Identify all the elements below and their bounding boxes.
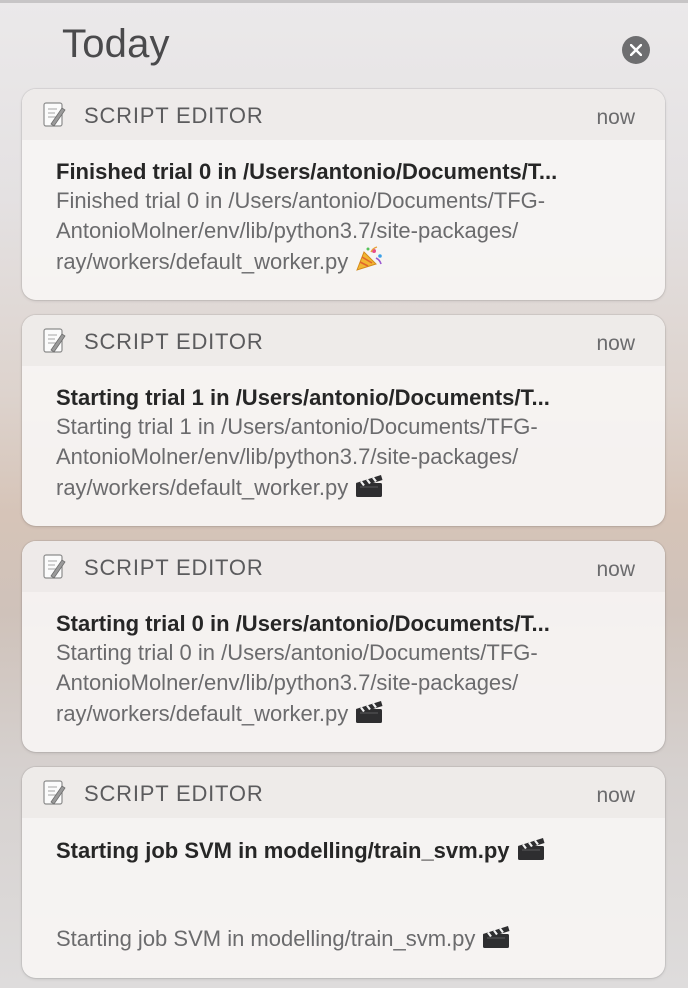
clapper-board-icon <box>517 838 545 860</box>
notification-title-text: Starting job SVM in modelling/train_svm.… <box>56 838 510 863</box>
notification-header: SCRIPT EDITOR now <box>22 541 665 592</box>
script-editor-icon <box>43 102 66 127</box>
app-name: SCRIPT EDITOR <box>84 329 264 354</box>
script-editor-icon <box>43 328 66 353</box>
notification-card[interactable]: SCRIPT EDITOR now Starting trial 1 in /U… <box>22 315 665 526</box>
message-line: ray/workers/default_worker.py <box>56 475 349 500</box>
app-name: SCRIPT EDITOR <box>84 555 264 580</box>
notification-card[interactable]: SCRIPT EDITOR now Finished trial 0 in /U… <box>22 89 665 300</box>
clapper-board-icon <box>356 701 383 723</box>
notification-title: Starting trial 0 in /Users/antonio/Docum… <box>56 611 550 636</box>
notification-card[interactable]: SCRIPT EDITOR now Starting trial 0 in /U… <box>22 541 665 752</box>
close-circle-icon <box>630 44 642 56</box>
script-editor-icon <box>43 780 66 805</box>
notification-message: Starting trial 0 in /Users/antonio/Docum… <box>56 638 631 729</box>
message-line: ray/workers/default_worker.py <box>56 701 349 726</box>
notification-time: now <box>596 332 635 355</box>
notification-card[interactable]: SCRIPT EDITOR now Starting job SVM in mo… <box>22 767 665 978</box>
page-title: Today <box>62 22 170 66</box>
notification-message: Starting job SVM in modelling/train_svm.… <box>56 923 631 954</box>
notification-message: Starting trial 1 in /Users/antonio/Docum… <box>56 412 631 503</box>
message-line: Starting job SVM in modelling/train_svm.… <box>56 926 476 951</box>
party-popper-icon <box>356 246 383 271</box>
top-edge-divider <box>0 0 688 3</box>
clear-all-button[interactable] <box>622 36 650 64</box>
notification-header: SCRIPT EDITOR now <box>22 315 665 366</box>
clapper-board-icon <box>483 926 510 948</box>
message-line: AntonioMolner/env/lib/python3.7/site-pac… <box>56 218 519 243</box>
clapper-board-icon <box>356 475 383 497</box>
notification-time: now <box>596 106 635 129</box>
notification-title: Finished trial 0 in /Users/antonio/Docum… <box>56 159 558 184</box>
app-name: SCRIPT EDITOR <box>84 781 264 806</box>
message-line: Finished trial 0 in /Users/antonio/Docum… <box>56 188 546 213</box>
notification-time: now <box>596 558 635 581</box>
message-line: AntonioMolner/env/lib/python3.7/site-pac… <box>56 444 519 469</box>
message-line: AntonioMolner/env/lib/python3.7/site-pac… <box>56 670 519 695</box>
notification-time: now <box>596 784 635 807</box>
message-line: ray/workers/default_worker.py <box>56 249 349 274</box>
notification-title: Starting job SVM in modelling/train_svm.… <box>56 835 631 865</box>
message-line: Starting trial 0 in /Users/antonio/Docum… <box>56 640 538 665</box>
notification-header: SCRIPT EDITOR now <box>22 767 665 818</box>
app-name: SCRIPT EDITOR <box>84 103 264 128</box>
notification-title: Starting trial 1 in /Users/antonio/Docum… <box>56 385 550 410</box>
message-line: Starting trial 1 in /Users/antonio/Docum… <box>56 414 538 439</box>
notification-message: Finished trial 0 in /Users/antonio/Docum… <box>56 186 631 277</box>
script-editor-icon <box>43 554 66 579</box>
notification-header: SCRIPT EDITOR now <box>22 89 665 140</box>
